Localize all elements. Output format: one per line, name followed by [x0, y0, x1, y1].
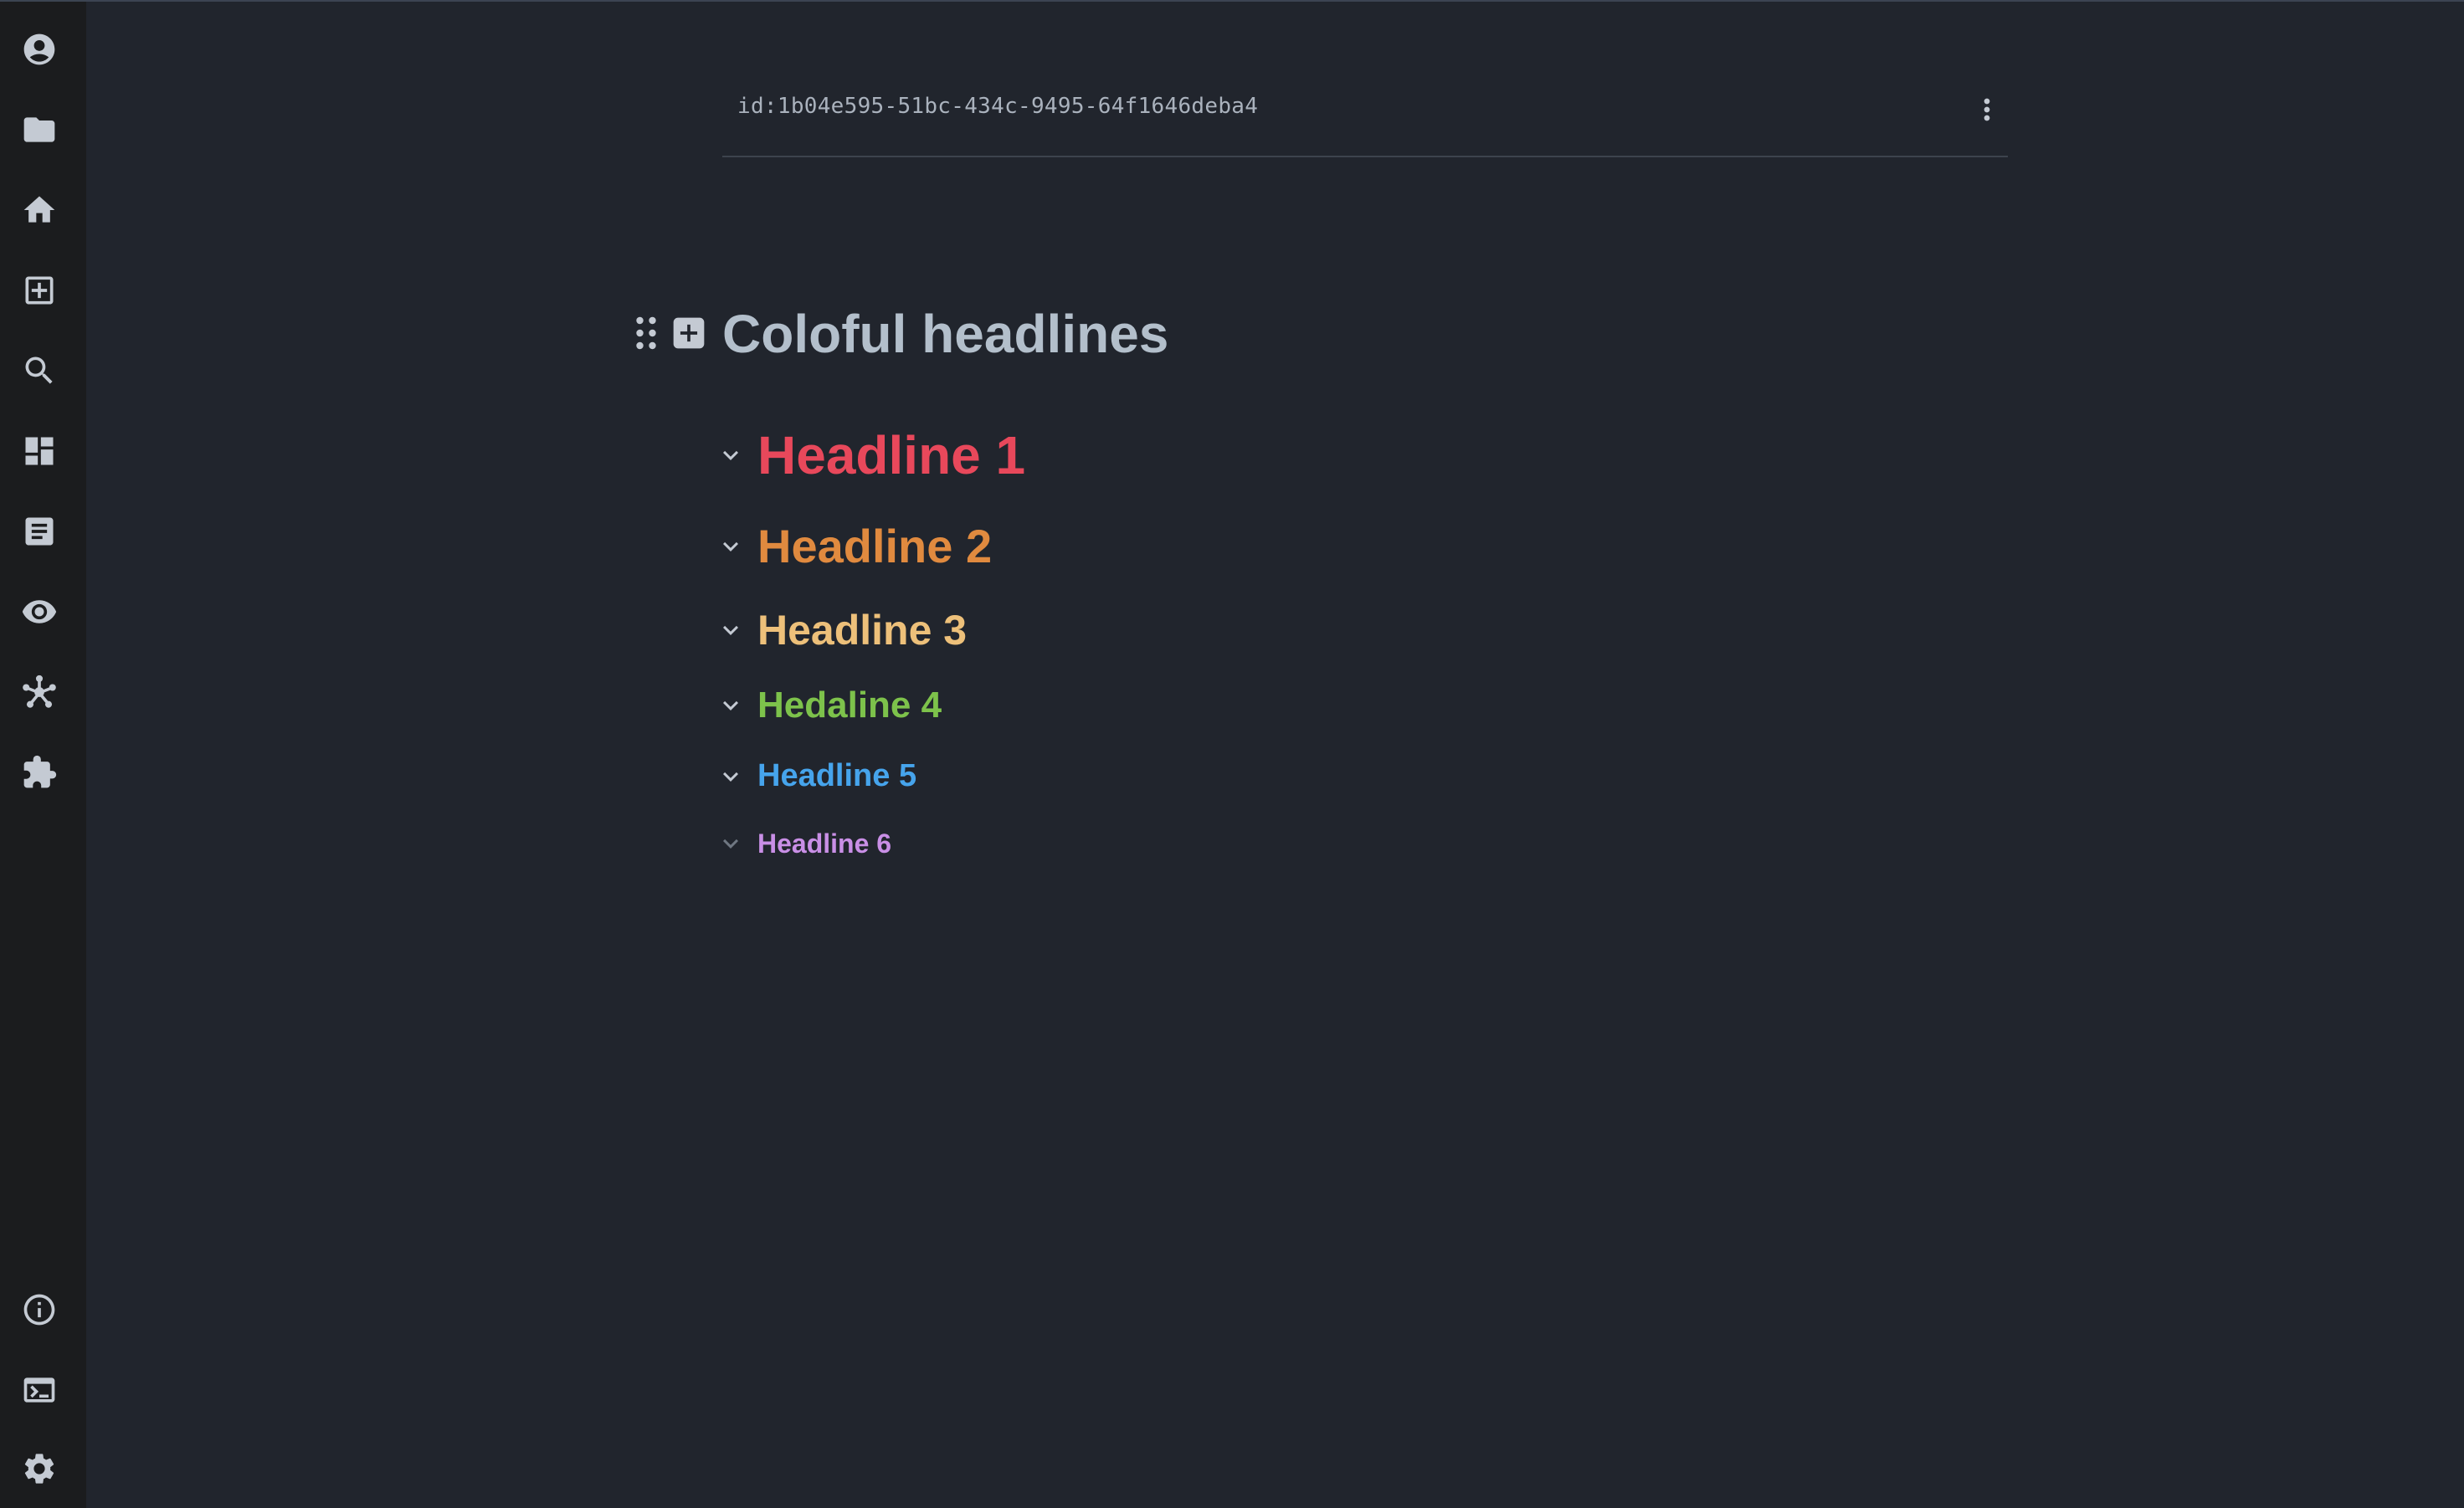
info-button[interactable] — [12, 1282, 67, 1337]
page-title[interactable]: Coloful headlines — [722, 303, 1168, 365]
extension-icon — [23, 755, 57, 788]
headline-block: Hedaline 4 — [714, 685, 942, 726]
headline-block: Headline 3 — [714, 606, 967, 654]
headline-block: Headline 5 — [714, 758, 916, 794]
headline-1[interactable]: Headline 1 — [757, 424, 1025, 486]
block-drag-handle[interactable] — [634, 315, 659, 351]
chevron-down-icon — [723, 625, 738, 635]
more-options-button[interactable] — [1968, 89, 2006, 131]
header-divider — [722, 156, 2008, 157]
documents-button[interactable] — [12, 504, 67, 559]
graph-icon — [23, 674, 56, 708]
account-icon — [23, 33, 55, 65]
more-vertical-icon — [1984, 98, 1990, 121]
folder-icon — [23, 117, 55, 142]
headline-block: Headline 6 — [714, 827, 891, 860]
search-icon — [25, 356, 53, 384]
eye-icon — [22, 600, 57, 623]
home-button[interactable] — [12, 182, 67, 238]
sidebar — [0, 2, 86, 1508]
headline-5[interactable]: Headline 5 — [757, 758, 916, 794]
dashboard-button[interactable] — [12, 423, 67, 479]
new-note-button[interactable] — [12, 263, 67, 318]
add-box-icon — [673, 317, 705, 349]
document-icon — [25, 517, 54, 546]
headline-block: Headline 1 — [714, 424, 1025, 486]
files-button[interactable] — [12, 102, 67, 157]
extensions-button[interactable] — [12, 745, 67, 800]
chevron-down-icon — [723, 541, 738, 551]
headline-2[interactable]: Headline 2 — [757, 519, 992, 573]
collapse-toggle[interactable] — [714, 827, 747, 860]
dashboard-icon — [25, 437, 54, 465]
collapse-toggle[interactable] — [714, 439, 747, 472]
info-icon — [23, 1294, 55, 1326]
chevron-down-icon — [723, 839, 738, 849]
gear-icon — [24, 1454, 54, 1484]
collapse-toggle[interactable] — [714, 760, 747, 793]
chevron-down-icon — [723, 700, 738, 710]
graph-button[interactable] — [12, 664, 67, 720]
terminal-icon — [23, 1377, 55, 1403]
collapse-toggle[interactable] — [714, 689, 747, 722]
search-button[interactable] — [12, 343, 67, 398]
add-box-icon — [25, 276, 54, 305]
headline-3[interactable]: Headline 3 — [757, 606, 967, 654]
collapse-toggle[interactable] — [714, 530, 747, 563]
drag-handle-icon — [636, 316, 656, 350]
add-block-button[interactable] — [670, 315, 707, 351]
headline-4[interactable]: Hedaline 4 — [757, 685, 942, 726]
account-button[interactable] — [12, 22, 67, 77]
editor-area: id:1b04e595-51bc-434c-9495-64f1646deba4 … — [86, 2, 2464, 1508]
chevron-down-icon — [723, 450, 738, 460]
chevron-down-icon — [723, 772, 738, 782]
preview-button[interactable] — [12, 584, 67, 639]
headline-block: Headline 2 — [714, 519, 992, 573]
terminal-button[interactable] — [12, 1362, 67, 1418]
settings-button[interactable] — [12, 1441, 67, 1496]
home-icon — [23, 196, 55, 223]
document-id: id:1b04e595-51bc-434c-9495-64f1646deba4 — [737, 94, 1259, 119]
headline-6[interactable]: Headline 6 — [757, 828, 891, 859]
collapse-toggle[interactable] — [714, 613, 747, 647]
